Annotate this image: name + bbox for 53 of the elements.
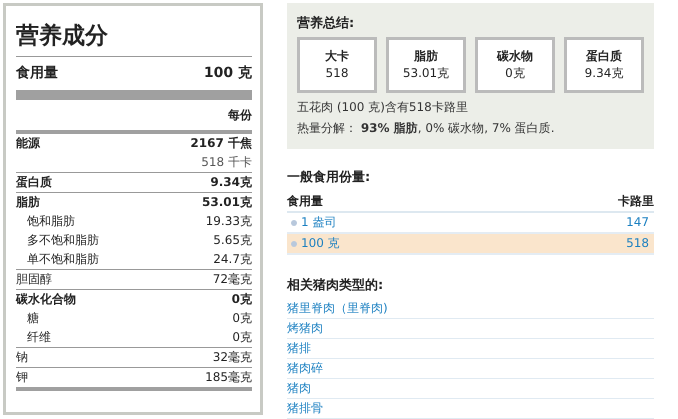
serving-value: 100 克 — [204, 64, 252, 82]
nutrient-value: 32毫克 — [212, 349, 252, 366]
nutrient-value: 0克 — [232, 291, 252, 308]
nutrient-name: 糖 — [27, 310, 39, 327]
related-link[interactable]: 猪排骨 — [287, 399, 654, 419]
nutrient-name: 碳水化合物 — [16, 291, 76, 308]
nutrient-value: 24.7克 — [213, 251, 252, 268]
nutrient-name: 单不饱和脂肪 — [27, 251, 99, 268]
calorie-value: 147 — [626, 214, 649, 231]
nutrient-value: 0克 — [232, 310, 252, 327]
nutrient-name: 饱和脂肪 — [27, 213, 75, 230]
nutrient-value: 9.34克 — [210, 174, 252, 191]
nutrient-name: 胆固醇 — [16, 271, 52, 288]
nutrient-value: 72毫克 — [212, 271, 252, 288]
summary-text: 热量分解： 93% 脂肪, 0% 碳水物, 7% 蛋白质. — [297, 120, 556, 137]
serving-size: 1 盎司 — [301, 214, 336, 231]
nutrient-value: 5.65克 — [213, 232, 252, 249]
summary-box: 蛋白质 9.34克 — [564, 37, 644, 93]
nutrient-value: 0克 — [232, 329, 252, 346]
section-title: 一般食用份量: — [287, 169, 372, 187]
nutrient-name: 脂肪 — [16, 194, 40, 211]
nutrient-name: 纤维 — [27, 329, 51, 346]
section-title: 营养总结: — [297, 15, 356, 33]
column-header: 食用量 — [287, 193, 323, 210]
section-title: 相关猪肉类型的: — [287, 277, 384, 295]
calorie-value: 518 — [626, 235, 649, 252]
nutrient-name: 钠 — [16, 349, 28, 366]
serving-label: 食用量 — [16, 64, 58, 82]
nutrient-name: 钾 — [16, 369, 28, 386]
serving-size: 100 克 — [301, 235, 340, 252]
nutrient-value: 185毫克 — [205, 369, 252, 386]
summary-box: 碳水物 0克 — [475, 37, 555, 93]
nutrient-value: 53.01克 — [202, 194, 252, 211]
related-link[interactable]: 猪肉碎 — [287, 359, 654, 379]
nutrient-name: 能源 — [16, 135, 40, 152]
bullet-icon — [291, 240, 297, 246]
related-link[interactable]: 烤猪肉 — [287, 319, 654, 339]
label-title: 营养成分 — [16, 12, 252, 57]
serving-row[interactable]: 100 克 518 — [287, 234, 654, 255]
nutrient-name: 多不饱和脂肪 — [27, 232, 99, 249]
related-link[interactable]: 猪肉 — [287, 379, 654, 399]
related-link[interactable]: 猪里脊肉（里脊肉) — [287, 299, 654, 319]
nutrient-name: 蛋白质 — [16, 174, 52, 191]
summary-text: 五花肉 (100 克)含有518卡路里 — [297, 99, 469, 116]
summary-box: 大卡 518 — [297, 37, 377, 93]
bullet-icon — [291, 220, 297, 226]
nutrient-value: 518 千卡 — [201, 154, 252, 171]
per-serving-header: 每份 — [228, 107, 252, 124]
summary-box: 脂肪 53.01克 — [386, 37, 466, 93]
nutrient-value: 19.33克 — [206, 213, 252, 230]
column-header: 卡路里 — [618, 193, 654, 210]
related-link[interactable]: 猪排 — [287, 339, 654, 359]
nutrient-value: 2167 千焦 — [190, 135, 252, 152]
